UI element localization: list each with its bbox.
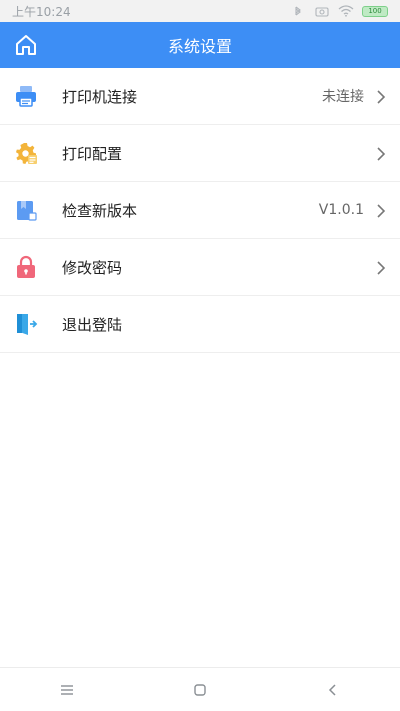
- app-header: 系统设置: [0, 22, 400, 68]
- status-icons: 100: [290, 5, 388, 17]
- version-icon: [17, 201, 37, 221]
- chevron-right-icon: [377, 204, 386, 218]
- menu-item-change-password[interactable]: 修改密码: [0, 239, 400, 296]
- system-nav-bar: [0, 667, 400, 711]
- menu-nav-button[interactable]: [47, 675, 87, 705]
- logout-door-icon: [17, 314, 38, 335]
- home-icon: [16, 35, 36, 55]
- settings-menu: 打印机连接 未连接 打印配置 检查新版本 V1.0.1 修改密码 退出登陆: [0, 68, 400, 353]
- chevron-right-icon: [377, 90, 386, 104]
- printer-status-value: 未连接: [322, 89, 364, 105]
- menu-item-label: 修改密码: [62, 258, 123, 277]
- menu-item-check-version[interactable]: 检查新版本 V1.0.1: [0, 182, 400, 239]
- menu-item-printer-connection[interactable]: 打印机连接 未连接: [0, 68, 400, 125]
- version-value: V1.0.1: [318, 202, 364, 218]
- menu-item-print-config[interactable]: 打印配置: [0, 125, 400, 182]
- status-time: 上午10:24: [12, 4, 71, 19]
- home-button[interactable]: [12, 31, 40, 59]
- square-home-icon: [194, 683, 206, 696]
- camera-alarm-icon: [315, 7, 329, 17]
- menu-item-label: 打印机连接: [62, 87, 138, 106]
- menu-item-label: 检查新版本: [62, 201, 138, 220]
- back-nav-button[interactable]: [313, 675, 353, 705]
- chevron-right-icon: [377, 261, 386, 275]
- bluetooth-icon: [295, 6, 301, 16]
- chevron-right-icon: [377, 147, 386, 161]
- wifi-icon: [338, 5, 354, 17]
- lock-icon: [17, 255, 35, 278]
- home-nav-button[interactable]: [180, 675, 220, 705]
- back-chevron-icon: [329, 683, 336, 696]
- settings-gear-icon: [16, 143, 37, 164]
- menu-item-logout[interactable]: 退出登陆: [0, 296, 400, 353]
- menu-icon: [60, 684, 73, 695]
- status-bar: 上午10:24 100: [0, 0, 400, 22]
- battery-icon: 100: [362, 5, 388, 17]
- settings-screen: 上午10:24 100 系统设置 打印机连接 未连接 打印配置 检查新版本 V1…: [0, 0, 400, 711]
- page-title: 系统设置: [167, 37, 232, 56]
- menu-item-label: 退出登陆: [62, 315, 123, 334]
- menu-item-label: 打印配置: [62, 144, 123, 163]
- printer-icon: [16, 86, 36, 107]
